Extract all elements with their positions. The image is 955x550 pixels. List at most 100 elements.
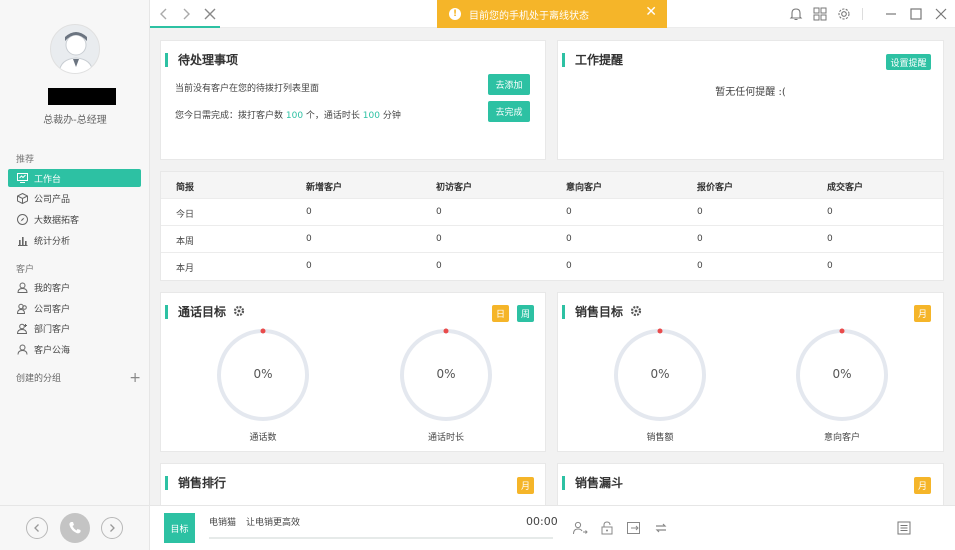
- call-goal-title-text: 通话目标: [178, 305, 227, 319]
- gauge-label: 通话时长: [427, 433, 464, 443]
- table-cell: 0: [697, 261, 703, 271]
- table-cell: 0: [827, 261, 833, 271]
- next-button[interactable]: [101, 517, 123, 539]
- add-call-button[interactable]: 去添加: [488, 74, 530, 95]
- dept-icon: [16, 322, 28, 334]
- section-customer: 客户: [16, 265, 35, 275]
- sidebar-item-label: 统计分析: [34, 236, 71, 247]
- daily-call-minutes: 100: [362, 111, 380, 121]
- sales-goal-title-text: 销售目标: [575, 305, 624, 319]
- reminder-panel: 工作提醒 设置提醒 暂无任何提醒 :(: [557, 40, 944, 160]
- gauge-label: 意向客户: [823, 433, 860, 443]
- table-cell: 0: [436, 207, 442, 217]
- apps-grid-icon[interactable]: [812, 6, 828, 22]
- gear-icon[interactable]: [630, 305, 642, 317]
- sidebar-item-label: 我的客户: [34, 283, 71, 294]
- sales-amount-gauge: 0%: [612, 327, 708, 423]
- table-row: 本月 0 0 0 0 0: [161, 253, 943, 280]
- monitor-icon: [16, 172, 28, 184]
- table-header: 成交客户: [827, 183, 864, 193]
- table-cell: 今日: [176, 210, 195, 220]
- call-count-gauge: 0%: [215, 327, 311, 423]
- forward-icon[interactable]: [178, 6, 194, 22]
- exit-icon[interactable]: [626, 520, 642, 536]
- user-pool-icon: [16, 343, 28, 355]
- close-tab-icon[interactable]: [202, 6, 218, 22]
- finish-button[interactable]: 去完成: [488, 101, 530, 122]
- sidebar-item-workbench[interactable]: 工作台: [8, 169, 141, 187]
- todo-empty-text: 当前没有客户在您的待拨打列表里面: [175, 84, 320, 94]
- todo-daily-goal: 您今日需完成：拨打客户数 100 个，通话时长 100 分钟: [175, 108, 401, 121]
- sidebar-item-label: 公司客户: [34, 304, 71, 315]
- reminder-empty-text: 暂无任何提醒 :(: [715, 87, 786, 98]
- sidebar-item-label: 工作台: [34, 174, 62, 185]
- table-cell: 0: [827, 207, 833, 217]
- sidebar-item-dept-customers[interactable]: 部门客户: [8, 319, 141, 337]
- gear-icon[interactable]: [233, 305, 245, 317]
- stats-table: 简报 新增客户 初访客户 意向客户 报价客户 成交客户 今日 0 0 0 0 0…: [160, 171, 944, 281]
- gauge-value: 0%: [832, 367, 852, 381]
- sidebar-item-company-customers[interactable]: 公司客户: [8, 299, 141, 317]
- table-cell: 0: [566, 207, 572, 217]
- settings-gear-icon[interactable]: [836, 6, 852, 22]
- month-badge[interactable]: 月: [517, 477, 534, 494]
- call-progress-track: [209, 537, 553, 539]
- back-icon[interactable]: [156, 6, 172, 22]
- app-name: 电销猫: [209, 518, 237, 528]
- sidebar-item-company-products[interactable]: 公司产品: [8, 189, 141, 207]
- table-header: 报价客户: [697, 183, 734, 193]
- avatar[interactable]: [50, 24, 100, 74]
- minimize-icon[interactable]: [883, 6, 899, 22]
- table-cell: 0: [306, 234, 312, 244]
- sales-goal-panel: 销售目标 月 0% 销售额 0% 意向客户: [557, 292, 944, 452]
- gauge-value: 0%: [436, 367, 456, 381]
- create-group-label: 创建的分组: [16, 374, 62, 384]
- month-badge[interactable]: 月: [914, 477, 931, 494]
- close-banner-icon[interactable]: ✕: [645, 4, 657, 20]
- call-goal-title: 通话目标: [165, 305, 245, 319]
- sales-funnel-title: 销售漏斗: [562, 476, 623, 490]
- month-badge[interactable]: 月: [914, 305, 931, 322]
- todo-title: 待处理事项: [165, 53, 238, 67]
- bell-icon[interactable]: [788, 6, 804, 22]
- sidebar-item-my-customers[interactable]: 我的客户: [8, 278, 141, 296]
- call-button[interactable]: [60, 513, 90, 543]
- phone-icon: [69, 522, 81, 534]
- week-badge[interactable]: 周: [517, 305, 534, 322]
- table-row: 本周 0 0 0 0 0: [161, 226, 943, 253]
- day-badge[interactable]: 日: [492, 305, 509, 322]
- lock-icon[interactable]: [599, 520, 615, 536]
- compass-icon: [16, 213, 28, 225]
- user-name-redacted: [48, 88, 116, 105]
- gauge-label: 销售额: [646, 433, 674, 443]
- sidebar-item-label: 部门客户: [34, 324, 71, 335]
- daily-goal-suffix: 分钟: [379, 111, 401, 121]
- set-reminder-button[interactable]: 设置提醒: [886, 54, 931, 70]
- table-cell: 0: [566, 234, 572, 244]
- table-cell: 0: [697, 207, 703, 217]
- sidebar-item-big-data[interactable]: 大数据拓客: [8, 210, 141, 228]
- table-cell: 本月: [176, 264, 195, 274]
- prev-button[interactable]: [26, 517, 48, 539]
- table-header: 初访客户: [436, 183, 473, 193]
- transfer-user-icon[interactable]: [572, 520, 588, 536]
- daily-call-count: 100: [285, 111, 304, 121]
- add-group-icon[interactable]: +: [129, 371, 141, 385]
- sidebar-item-statistics[interactable]: 统计分析: [8, 231, 141, 249]
- create-group-row: 创建的分组 +: [16, 371, 141, 385]
- maximize-icon[interactable]: [908, 6, 924, 22]
- sales-goal-title: 销售目标: [562, 305, 642, 319]
- call-bar: 目标 电销猫 让电销更高效 00:00: [150, 505, 955, 550]
- reminder-title: 工作提醒: [562, 53, 623, 67]
- users-icon: [16, 302, 28, 314]
- sales-rank-title: 销售排行: [165, 476, 226, 490]
- switch-icon[interactable]: [653, 520, 669, 536]
- table-header: 新增客户: [306, 183, 343, 193]
- list-icon[interactable]: [896, 520, 912, 536]
- table-cell: 0: [697, 234, 703, 244]
- goal-button[interactable]: 目标: [164, 513, 195, 543]
- sidebar-item-customer-pool[interactable]: 客户公海: [8, 340, 141, 358]
- call-goal-panel: 通话目标 日 周 0% 通话数 0% 通话时长: [160, 292, 546, 452]
- close-window-icon[interactable]: [933, 6, 949, 22]
- toolbar-divider: [862, 8, 863, 20]
